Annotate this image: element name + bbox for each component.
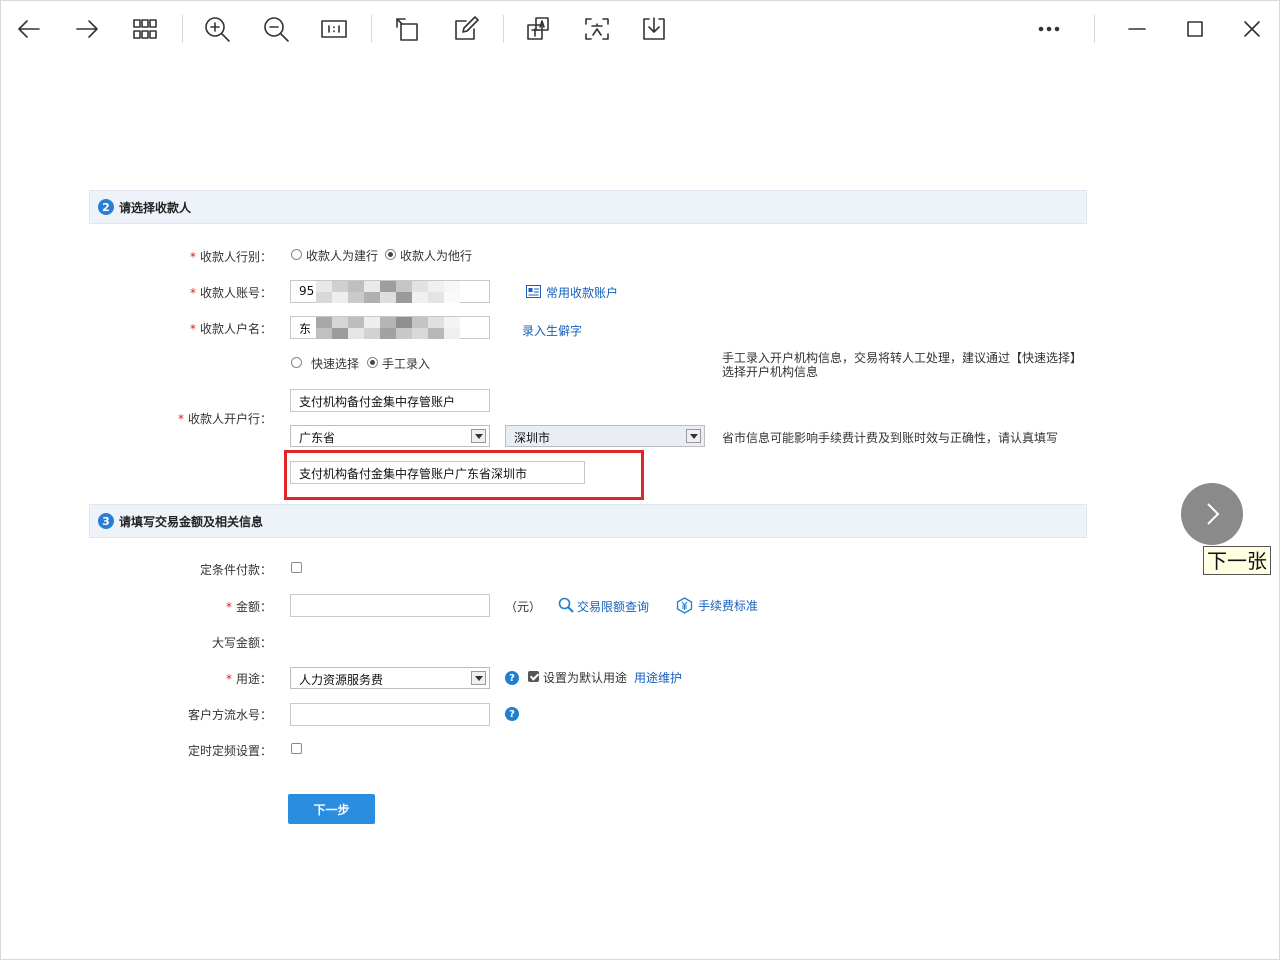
toolbar-divider [503,15,504,43]
amount-in-words-label: 大写金额： [211,636,272,650]
help-icon[interactable]: ? [505,671,519,685]
purpose-label: * 用途： [225,672,272,686]
fee-standard-link[interactable]: 手续费标准 [698,597,758,614]
more-options-icon[interactable] [1029,9,1069,49]
help-icon[interactable]: ? [505,707,519,721]
step-number-badge: 3 [98,513,114,529]
forward-arrow-icon[interactable] [67,9,107,49]
toolbar-divider [1094,15,1095,43]
purpose-maintenance-link[interactable]: 用途维护 [634,669,682,686]
toolbar-divider [371,15,372,43]
payee-name-label: * 收款人户名： [189,322,272,336]
payee-bank-label: * 收款人开户行： [177,412,272,426]
viewer-toolbar [1,1,1280,57]
radio-payee-ccb-label: 收款人为建行 [306,249,379,263]
zoom-in-icon[interactable] [197,9,237,49]
contact-card-icon[interactable] [526,285,541,301]
maximize-icon[interactable] [1175,9,1215,49]
conditional-payment-label: 定条件付款： [199,563,272,577]
radio-quick-select[interactable] [291,357,302,368]
amount-input[interactable] [290,594,490,617]
city-select[interactable]: 深圳市 [505,425,705,447]
toolbar-divider [182,15,183,43]
chevron-right-icon [1207,503,1220,525]
radio-payee-other-bank[interactable] [385,249,396,260]
zoom-out-icon[interactable] [256,9,296,49]
amount-unit: （元） [505,600,542,614]
image-viewer-window: 2 请选择收款人 * 收款人行别： 收款人为建行 收款人为他行 * 收款人账号： 9… [0,0,1280,960]
bank-name-input[interactable]: 支付机构备付金集中存管账户 [290,389,490,412]
step-number-badge: 2 [98,199,114,215]
scheduled-setting-checkbox[interactable] [291,743,302,754]
chevron-down-icon [686,429,701,443]
purpose-select[interactable]: 人力资源服务费 [290,667,490,689]
radio-payee-other-bank-label: 收款人为他行 [400,249,473,263]
next-image-tooltip: 下一张 [1203,546,1271,575]
next-image-button[interactable] [1181,483,1243,545]
red-highlight-annotation [284,450,644,500]
client-serial-input[interactable] [290,703,490,726]
scheduled-setting-label: 定时定频设置： [187,744,272,758]
payee-type-label: * 收款人行别： [189,250,272,264]
section-title: 请选择收款人 [119,200,192,215]
radio-quick-select-label: 快速选择 [311,357,360,371]
fee-yuan-icon[interactable] [676,597,693,617]
section-select-payee-header: 2 请选择收款人 [89,190,1087,224]
search-icon[interactable] [558,597,574,616]
default-purpose-label: 设置为默认用途 [543,671,628,685]
grid-view-icon[interactable] [125,9,165,49]
manual-entry-hint-line2: 选择开户机构信息 [722,365,819,379]
redacted-mosaic [316,317,460,339]
redacted-mosaic [316,281,460,303]
amount-label: * 金额： [225,600,272,614]
transaction-limit-query-link[interactable]: 交易限额查询 [577,598,649,615]
translate-icon[interactable] [518,9,558,49]
section-title: 请填写交易金额及相关信息 [119,514,264,529]
next-step-button[interactable]: 下一步 [288,794,375,824]
back-arrow-icon[interactable] [9,9,49,49]
minimize-icon[interactable] [1117,9,1157,49]
province-select[interactable]: 广东省 [290,425,490,447]
conditional-payment-checkbox[interactable] [291,562,302,573]
rotate-icon[interactable] [387,9,427,49]
download-icon[interactable] [634,9,674,49]
radio-manual-entry-label: 手工录入 [382,357,431,371]
actual-size-icon[interactable] [314,9,354,49]
chevron-down-icon [471,429,486,443]
enter-rare-characters-link[interactable]: 录入生僻字 [522,322,582,339]
radio-payee-ccb[interactable] [291,249,302,260]
client-serial-label: 客户方流水号： [187,708,272,722]
chevron-down-icon [471,671,486,685]
payee-account-label: * 收款人账号： [189,286,272,300]
province-city-hint: 省市信息可能影响手续费计费及到账时效与正确性，请认真填写 [722,431,1059,445]
close-icon[interactable] [1232,9,1272,49]
radio-manual-entry[interactable] [367,357,378,368]
frequent-payee-accounts-link[interactable]: 常用收款账户 [546,284,618,301]
default-purpose-checkbox[interactable] [528,671,539,682]
ocr-text-icon[interactable] [577,9,617,49]
section-amount-info-header: 3 请填写交易金额及相关信息 [89,504,1087,538]
edit-icon[interactable] [446,9,486,49]
